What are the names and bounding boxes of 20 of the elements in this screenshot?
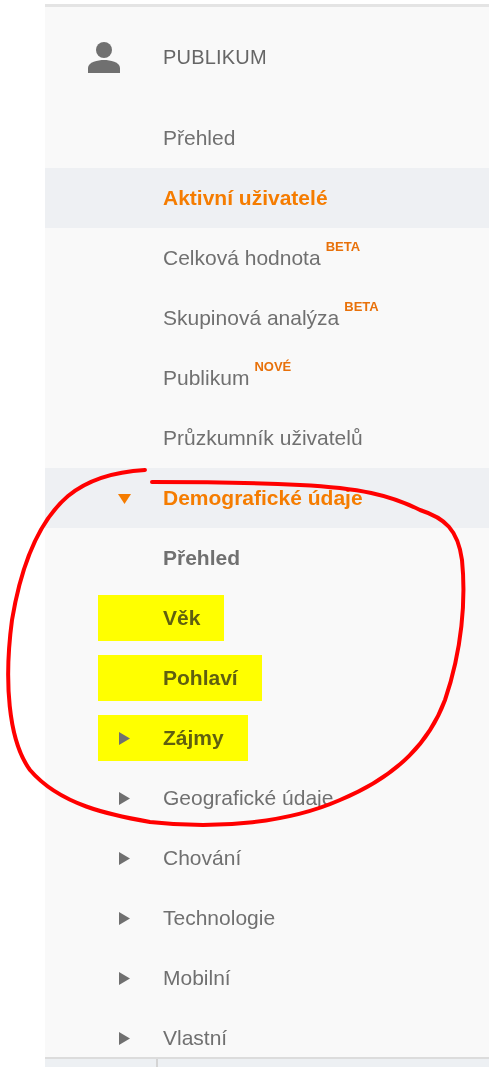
sidebar-item[interactable]: Přehled [45, 528, 489, 588]
sidebar-item[interactable]: Aktivní uživatelé [45, 168, 489, 228]
section-title: PUBLIKUM [163, 46, 267, 69]
person-icon [88, 42, 120, 73]
sidebar-item[interactable]: Věk [45, 588, 489, 648]
beta-label: BETA [325, 239, 361, 254]
sidebar-item[interactable]: Demografické údaje [45, 468, 489, 528]
sidebar-item[interactable]: Přehled [45, 108, 489, 168]
sidebar-item[interactable]: Mobilní [45, 948, 489, 1008]
sidebar-item[interactable]: Vlastní [45, 1008, 489, 1057]
sidebar-item[interactable]: Skupinová analýza BETA [45, 288, 489, 348]
sidebar-item[interactable]: Publikum NOVÉ [45, 348, 489, 408]
sidebar-item[interactable]: Zájmy [45, 708, 489, 768]
sidebar-item[interactable]: Technologie [45, 888, 489, 948]
sidebar-item[interactable]: Chování [45, 828, 489, 888]
sidebar-item[interactable]: Pohlaví [45, 648, 489, 708]
beta-label: NOVÉ [254, 359, 292, 374]
sidebar-item[interactable]: Průzkumník uživatelů [45, 408, 489, 468]
beta-label: BETA [344, 299, 379, 314]
sidebar-item[interactable]: Celková hodnota BETA [45, 228, 489, 288]
